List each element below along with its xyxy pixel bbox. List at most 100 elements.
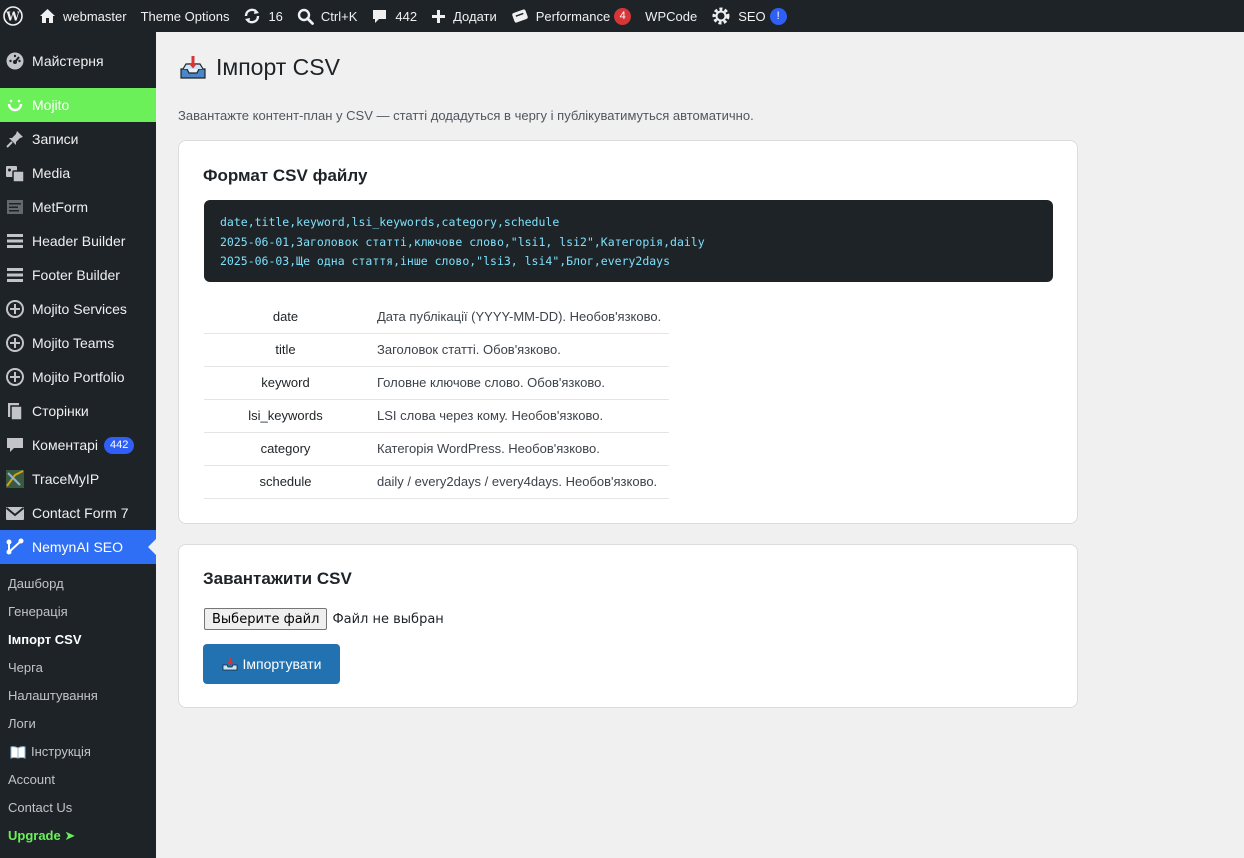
table-row: keyword Головне ключове слово. Обов'язков… (204, 366, 669, 400)
seo-link[interactable]: SEO ! (704, 0, 793, 32)
updates-link[interactable]: 16 (236, 0, 289, 32)
menu-item-label: Mojito (32, 97, 70, 113)
page-description: Завантажте контент-план у CSV — статті д… (178, 108, 754, 123)
seo-label: SEO (738, 8, 766, 24)
comment-icon (5, 435, 25, 455)
submenu-queue[interactable]: Черга (0, 654, 156, 682)
submenu-dashboard[interactable]: Дашборд (0, 570, 156, 598)
performance-link[interactable]: Performance 4 (504, 0, 638, 32)
menu-item-nemynai-seo[interactable]: NemynAI SEO (0, 530, 156, 564)
file-input: Выберите файл Файл не выбран (204, 608, 444, 630)
menu-item-label: Майстерня (32, 53, 104, 69)
menu-item-mojito-services[interactable]: Mojito Services (0, 292, 156, 326)
submenu-instructions-label: Інструкція (31, 744, 91, 759)
field-description: Дата публікації (YYYY-MM-DD). Необов'язк… (367, 300, 669, 334)
menu-item-media[interactable]: Media (0, 156, 156, 190)
menu-item-pages[interactable]: Сторінки (0, 394, 156, 428)
updates-count: 16 (268, 8, 283, 24)
wordpress-logo-icon: W (2, 6, 23, 26)
field-name: date (204, 300, 367, 334)
mojito-smile-icon (5, 95, 25, 115)
comment-bubble-icon (373, 9, 387, 23)
choose-file-button[interactable]: Выберите файл (204, 608, 328, 630)
wpcode-link[interactable]: WPCode (638, 0, 704, 32)
add-new-link[interactable]: Додати (424, 0, 504, 32)
submenu-import-csv[interactable]: Імпорт CSV (0, 626, 156, 654)
menu-item-posts[interactable]: Записи (0, 122, 156, 156)
menu-item-label: Mojito Portfolio (32, 369, 125, 385)
comments-link[interactable]: 442 (364, 0, 424, 32)
field-description: Головне ключове слово. Обов'язково. (367, 366, 669, 400)
menu-item-label: Media (32, 165, 71, 181)
file-status: Файл не выбран (332, 611, 444, 627)
menu-item-label: Mojito Services (32, 301, 127, 317)
menu-item-label: TraceMyIP (32, 471, 100, 487)
menu-item-label: Contact Form 7 (32, 505, 129, 521)
menu-item-mojito[interactable]: Mojito (0, 88, 156, 122)
gear-icon (712, 7, 730, 25)
submenu-instructions[interactable]: Інструкція (0, 738, 156, 766)
page-title: Імпорт CSV (178, 54, 340, 81)
csv-format-card: Формат CSV файлу date,title,keyword,lsi_… (178, 140, 1078, 524)
nemynai-submenu: Дашборд Генерація Імпорт CSV Черга Налаш… (0, 564, 156, 850)
menu-item-dashboard[interactable]: Майстерня (0, 44, 156, 78)
field-name: lsi_keywords (204, 399, 367, 433)
mail-icon (5, 503, 25, 523)
submenu-settings[interactable]: Налаштування (0, 682, 156, 710)
submenu-generation[interactable]: Генерація (0, 598, 156, 626)
wordpress-logo-button[interactable]: W (0, 0, 32, 32)
builder-icon (5, 265, 25, 285)
search-shortcut[interactable]: Ctrl+K (290, 0, 364, 32)
menu-item-header-builder[interactable]: Header Builder (0, 224, 156, 258)
seo-badge: ! (769, 7, 787, 25)
import-button[interactable]: Імпортувати (203, 644, 340, 684)
table-row: schedule daily / every2days / every4days.… (204, 465, 669, 499)
submenu-contact-us[interactable]: Contact Us (0, 794, 156, 822)
menu-item-contact-form-7[interactable]: Contact Form 7 (0, 496, 156, 530)
table-row: title Заголовок статті. Обов'язково. (204, 333, 669, 367)
csv-upload-card: Завантажити CSV Выберите файл Файл не вы… (178, 544, 1078, 708)
csv-format-title: Формат CSV файлу (203, 166, 368, 185)
field-name: schedule (204, 465, 367, 499)
wpcode-label: WPCode (645, 8, 698, 24)
menu-item-mojito-teams[interactable]: Mojito Teams (0, 326, 156, 360)
menu-item-label: Коментарі (32, 437, 99, 453)
field-description: LSI слова через кому. Необов'язково. (367, 399, 669, 433)
menu-item-label: Записи (32, 131, 79, 147)
dashboard-icon (5, 51, 25, 71)
svg-text:W: W (5, 10, 20, 24)
menu-item-label: Footer Builder (32, 267, 120, 283)
tracemyip-icon (5, 469, 25, 489)
admin-bar: W webmaster Theme Options 16 Ctrl+K 442 … (0, 0, 1244, 32)
table-row: category Категорія WordPress. Необов'язко… (204, 432, 669, 466)
submenu-account[interactable]: Account (0, 766, 156, 794)
field-name: category (204, 432, 367, 466)
submenu-upgrade[interactable]: Upgrade ➤ (0, 822, 156, 850)
site-name-link[interactable]: webmaster (32, 0, 134, 32)
table-row: date Дата публікації (YYYY-MM-DD). Необов… (204, 300, 669, 334)
submenu-logs[interactable]: Логи (0, 710, 156, 738)
code-line: date,title,keyword,lsi_keywords,category… (220, 215, 560, 229)
site-name: webmaster (63, 8, 127, 24)
import-button-label: Імпортувати (242, 656, 322, 672)
theme-options-link[interactable]: Theme Options (134, 0, 237, 32)
menu-item-label: Header Builder (32, 233, 126, 249)
menu-item-metform[interactable]: MetForm (0, 190, 156, 224)
performance-badge: 4 (614, 7, 632, 25)
plus-circle-icon (5, 299, 25, 319)
menu-item-mojito-portfolio[interactable]: Mojito Portfolio (0, 360, 156, 394)
performance-icon (512, 9, 528, 23)
menu-item-comments[interactable]: Коментарі 442 (0, 428, 156, 462)
menu-item-tracemyip[interactable]: TraceMyIP (0, 462, 156, 496)
menu-item-footer-builder[interactable]: Footer Builder (0, 258, 156, 292)
field-name: title (204, 333, 367, 367)
pin-icon (5, 129, 25, 149)
inbox-tray-icon (222, 658, 237, 671)
admin-sidebar: Майстерня Mojito Записи Media MetForm He… (0, 32, 156, 858)
plus-icon (432, 9, 446, 23)
refresh-icon (245, 8, 260, 24)
comments-count-badge: 442 (104, 436, 135, 454)
menu-item-label: NemynAI SEO (32, 539, 124, 555)
table-row: lsi_keywords LSI слова через кому. Необов… (204, 399, 669, 433)
field-description: Заголовок статті. Обов'язково. (367, 333, 669, 367)
